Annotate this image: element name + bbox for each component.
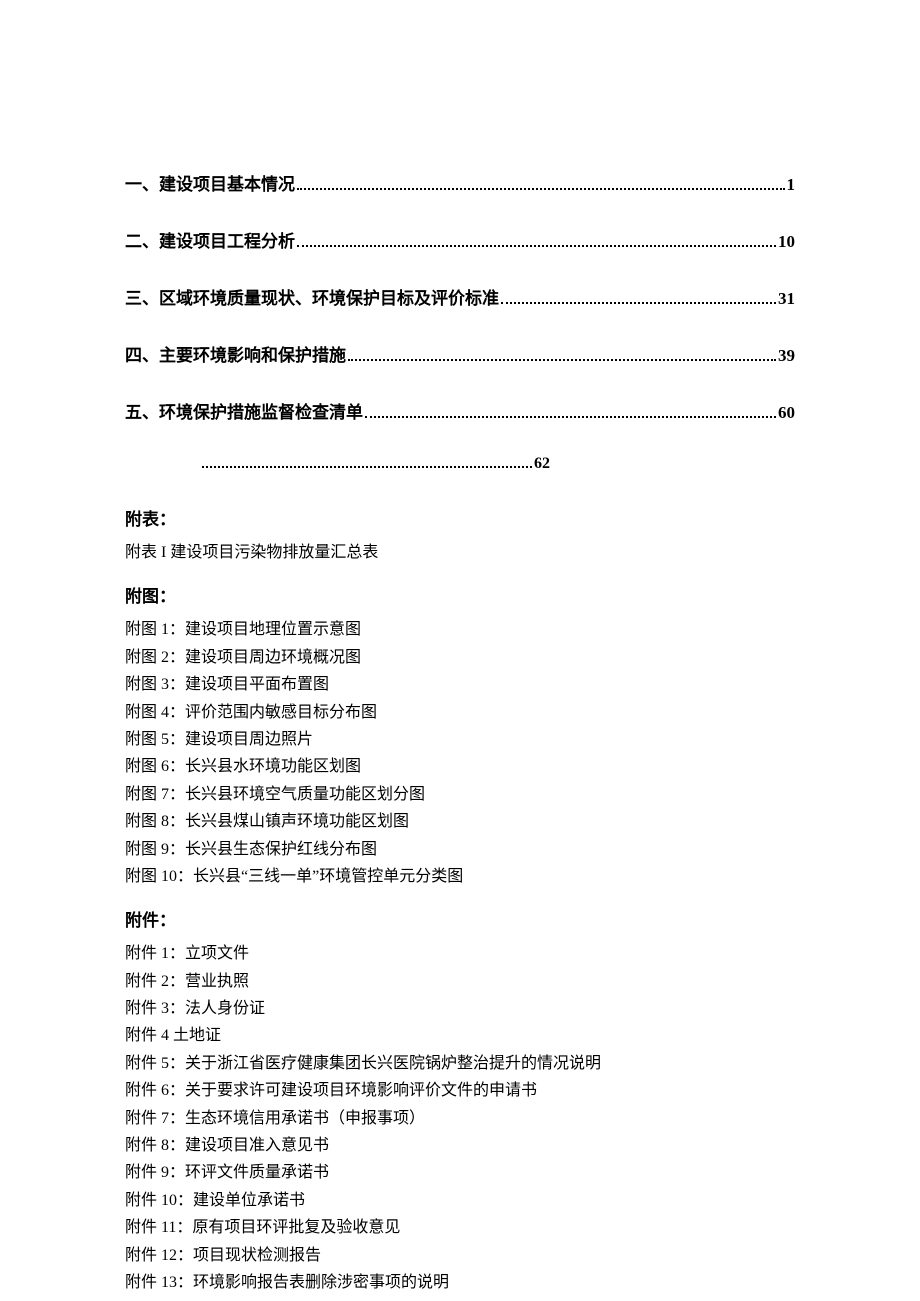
toc-page-number: 1 — [787, 175, 796, 195]
attachment-figures-heading: 附图： — [125, 582, 795, 607]
attachment-tables-section: 附表： 附表 I 建设项目污染物排放量汇总表 — [125, 505, 795, 566]
toc-entry-orphan: 62 — [200, 455, 795, 473]
toc-title: 一、建设项目基本情况 — [125, 170, 295, 195]
toc-entry: 四、主要环境影响和保护措施 39 — [125, 341, 795, 366]
attachment-figure-item: 附图 5：建设项目周边照片 — [125, 727, 795, 753]
attachment-file-item: 附件 9：环评文件质量承诺书 — [125, 1160, 795, 1186]
attachment-figure-item: 附图 9：长兴县生态保护红线分布图 — [125, 837, 795, 863]
attachment-file-item: 附件 10：建设单位承诺书 — [125, 1188, 795, 1214]
attachment-file-item: 附件 2：营业执照 — [125, 969, 795, 995]
attachment-figure-item: 附图 7：长兴县环境空气质量功能区划分图 — [125, 782, 795, 808]
attachment-figure-item: 附图 6：长兴县水环境功能区划图 — [125, 754, 795, 780]
toc-title: 二、建设项目工程分析 — [125, 227, 295, 252]
toc-leader-dots — [348, 359, 776, 361]
attachment-table-item: 附表 I 建设项目污染物排放量汇总表 — [125, 540, 795, 566]
toc-title: 五、环境保护措施监督检查清单 — [125, 398, 363, 423]
toc-leader-dots — [297, 188, 785, 190]
attachment-figure-item: 附图 8：长兴县煤山镇声环境功能区划图 — [125, 809, 795, 835]
toc-leader-dots — [501, 302, 776, 304]
attachment-file-item: 附件 3：法人身份证 — [125, 996, 795, 1022]
attachment-files-section: 附件： 附件 1：立项文件 附件 2：营业执照 附件 3：法人身份证 附件 4 … — [125, 906, 795, 1296]
toc-page-number: 62 — [534, 455, 550, 473]
attachment-figure-item: 附图 1：建设项目地理位置示意图 — [125, 617, 795, 643]
table-of-contents: 一、建设项目基本情况 1 二、建设项目工程分析 10 三、区域环境质量现状、环境… — [125, 170, 795, 473]
attachment-file-item: 附件 1：立项文件 — [125, 941, 795, 967]
toc-entry: 二、建设项目工程分析 10 — [125, 227, 795, 252]
toc-title: 三、区域环境质量现状、环境保护目标及评价标准 — [125, 284, 499, 309]
attachment-file-item: 附件 5：关于浙江省医疗健康集团长兴医院锅炉整治提升的情况说明 — [125, 1051, 795, 1077]
attachment-file-item: 附件 7：生态环境信用承诺书（申报事项） — [125, 1106, 795, 1132]
toc-entry: 一、建设项目基本情况 1 — [125, 170, 795, 195]
toc-page-number: 31 — [778, 289, 795, 309]
attachment-file-item: 附件 12：项目现状检测报告 — [125, 1243, 795, 1269]
toc-page-number: 60 — [778, 403, 795, 423]
toc-title: 四、主要环境影响和保护措施 — [125, 341, 346, 366]
attachment-files-heading: 附件： — [125, 906, 795, 931]
attachment-figures-section: 附图： 附图 1：建设项目地理位置示意图 附图 2：建设项目周边环境概况图 附图… — [125, 582, 795, 890]
attachment-tables-heading: 附表： — [125, 505, 795, 530]
toc-page-number: 10 — [778, 232, 795, 252]
toc-entry: 五、环境保护措施监督检查清单 60 — [125, 398, 795, 423]
attachment-figure-item: 附图 10：长兴县“三线一单”环境管控单元分类图 — [125, 864, 795, 890]
attachment-file-item: 附件 4 土地证 — [125, 1023, 795, 1049]
toc-leader-dots — [297, 245, 776, 247]
attachment-figure-item: 附图 2：建设项目周边环境概况图 — [125, 645, 795, 671]
attachment-file-item: 附件 6：关于要求许可建设项目环境影响评价文件的申请书 — [125, 1078, 795, 1104]
attachment-figure-item: 附图 3：建设项目平面布置图 — [125, 672, 795, 698]
attachment-figure-item: 附图 4：评价范围内敏感目标分布图 — [125, 700, 795, 726]
toc-entry: 三、区域环境质量现状、环境保护目标及评价标准 31 — [125, 284, 795, 309]
toc-leader-dots — [365, 416, 776, 418]
attachment-file-item: 附件 13：环境影响报告表删除涉密事项的说明 — [125, 1270, 795, 1296]
toc-leader-dots — [202, 466, 532, 468]
attachment-file-item: 附件 11：原有项目环评批复及验收意见 — [125, 1215, 795, 1241]
toc-page-number: 39 — [778, 346, 795, 366]
attachment-file-item: 附件 8：建设项目准入意见书 — [125, 1133, 795, 1159]
